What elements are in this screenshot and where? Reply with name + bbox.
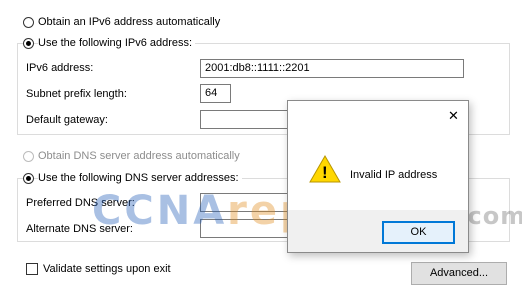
warning-icon-mark: !	[322, 163, 328, 182]
ipv6-auto-label: Obtain an IPv6 address automatically	[38, 16, 221, 28]
dns-manual-radio[interactable]	[23, 173, 34, 184]
error-dialog: ✕ ! Invalid IP address OK	[287, 100, 469, 253]
validate-label: Validate settings upon exit	[43, 263, 171, 275]
ipv6-manual-radio[interactable]	[23, 38, 34, 49]
alternate-dns-label: Alternate DNS server:	[26, 223, 133, 235]
dns-auto-radio[interactable]	[23, 151, 34, 162]
default-gateway-label: Default gateway:	[26, 114, 108, 126]
ipv6-address-input[interactable]: 2001:db8::1111::2201	[200, 59, 464, 78]
validate-checkbox[interactable]	[26, 263, 38, 275]
prefix-length-label: Subnet prefix length:	[26, 88, 127, 100]
ipv6-auto-radio[interactable]	[23, 17, 34, 28]
preferred-dns-label: Preferred DNS server:	[26, 197, 135, 209]
advanced-button[interactable]: Advanced...	[411, 262, 507, 285]
error-message: Invalid IP address	[350, 169, 438, 181]
ok-button[interactable]: OK	[382, 221, 455, 244]
dns-manual-label: Use the following DNS server addresses:	[38, 172, 242, 184]
prefix-length-input[interactable]: 64	[200, 84, 231, 103]
dns-auto-label: Obtain DNS server address automatically	[38, 150, 240, 162]
ipv6-address-label: IPv6 address:	[26, 62, 94, 74]
ipv6-manual-label: Use the following IPv6 address:	[38, 37, 196, 49]
close-icon[interactable]: ✕	[448, 109, 459, 123]
